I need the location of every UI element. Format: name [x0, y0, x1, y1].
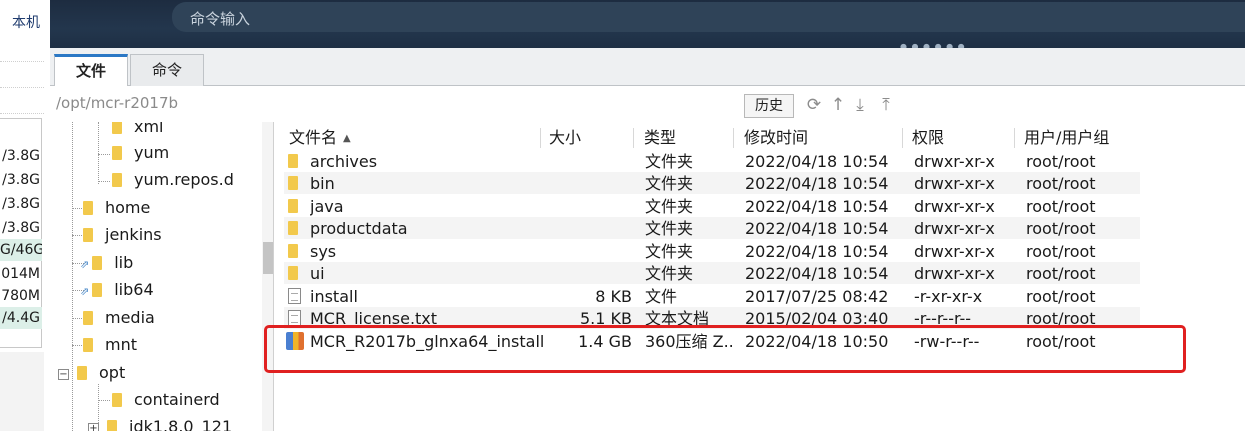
column-header-size[interactable]: 大小 [549, 124, 581, 150]
column-header-owner[interactable]: 用户/用户组 [1024, 124, 1109, 150]
tab-commands[interactable]: 命令 [130, 54, 204, 86]
folder-icon [112, 393, 122, 407]
folder-icon [107, 420, 117, 431]
expand-icon[interactable]: + [88, 423, 99, 431]
file-row[interactable]: java 文件夹 2022/04/18 10:54 drwxr-xr-x roo… [284, 195, 1140, 217]
symlink-icon: ⇗ [80, 285, 90, 298]
local-list [0, 36, 44, 116]
folder-icon [92, 256, 103, 270]
tree-item[interactable]: xml [112, 122, 164, 140]
tree-item[interactable]: − opt [58, 360, 125, 386]
file-row[interactable]: sys 文件夹 2022/04/18 10:54 drwxr-xr-x root… [284, 240, 1140, 262]
tree-item[interactable]: mnt [83, 332, 137, 358]
file-row[interactable]: archives 文件夹 2022/04/18 10:54 drwxr-xr-x… [284, 150, 1140, 172]
upload-icon[interactable]: ⤒ [876, 95, 896, 115]
folder-icon [83, 338, 93, 352]
file-icon [288, 288, 301, 304]
tree-item[interactable]: yum.repos.d [112, 167, 234, 193]
file-list-header: 文件名 ▲ 大小 类型 修改时间 权限 用户/用户组 [278, 124, 1245, 150]
disk-list: ▲ /3.8G /3.8G /3.8G /3.8G G/46G 014M 780… [0, 118, 42, 348]
tree-item[interactable]: containerd [112, 387, 220, 413]
file-row[interactable]: ui 文件夹 2022/04/18 10:54 drwxr-xr-x root/… [284, 262, 1140, 284]
tree-item[interactable]: home [83, 195, 150, 221]
tree-item[interactable]: + jdk1.8.0_121 [88, 414, 232, 431]
disk-row[interactable]: 780M [0, 285, 42, 307]
tab-files[interactable]: 文件 [54, 54, 128, 87]
column-header-name[interactable]: 文件名 ▲ [289, 124, 351, 150]
tree-item[interactable]: ⇗ lib64 [80, 277, 154, 303]
command-bar: 命令输入 ● ● ● ● ● ● [50, 0, 1245, 51]
directory-tree: xml yum yum.repos.d home jenkins ⇗ lib ⇗ l… [50, 122, 274, 431]
folder-icon [288, 154, 298, 168]
command-placeholder: 命令输入 [190, 10, 251, 28]
text-file-icon [288, 310, 301, 326]
tree-item[interactable]: media [83, 305, 155, 331]
folder-icon [83, 311, 93, 325]
folder-icon [112, 122, 122, 134]
file-row[interactable]: productdata 文件夹 2022/04/18 10:54 drwxr-x… [284, 217, 1140, 239]
folder-icon [288, 266, 298, 280]
local-panel-footer [0, 352, 44, 431]
disk-row[interactable]: G/46G [0, 239, 42, 261]
path-input[interactable]: /opt/mcr-r2017b [56, 94, 178, 112]
command-input[interactable]: 命令输入 [172, 2, 1245, 32]
folder-icon [288, 221, 298, 235]
folder-icon [83, 201, 93, 215]
folder-icon [288, 244, 298, 258]
local-label: 本机 [12, 15, 40, 31]
disk-row[interactable]: /3.8G [0, 145, 42, 167]
column-header-mtime[interactable]: 修改时间 [744, 124, 808, 150]
file-row[interactable]: MCR_R2017b_glnxa64_install... 1.4 GB 360… [284, 330, 1140, 352]
tree-item[interactable]: jenkins [83, 222, 162, 248]
file-row[interactable]: bin 文件夹 2022/04/18 10:54 drwxr-xr-x root… [284, 172, 1140, 194]
tree-scrollbar[interactable] [262, 122, 273, 431]
folder-icon [112, 146, 122, 160]
folder-icon [288, 176, 298, 190]
folder-icon [92, 283, 103, 297]
tree-item[interactable]: ⇗ lib [80, 250, 133, 276]
disk-row[interactable]: 014M [0, 263, 42, 285]
file-row[interactable]: install 8 KB 文件 2017/07/25 08:42 -r-xr-x… [284, 285, 1140, 307]
column-header-permissions[interactable]: 权限 [912, 124, 944, 150]
disk-row[interactable]: /3.8G [0, 193, 42, 215]
up-directory-icon[interactable]: ↑ [828, 95, 848, 115]
download-icon[interactable]: ⤓ [850, 95, 870, 115]
tab-bar: 文件 命令 [50, 48, 1245, 87]
path-bar: /opt/mcr-r2017b 历史 ⟳ ↑ ⤓ ⤒ [50, 86, 1245, 122]
sort-ascending-icon: ▲ [343, 133, 351, 144]
disk-row[interactable]: /3.8G [0, 169, 42, 191]
disk-row[interactable]: /4.4G [0, 307, 42, 329]
history-button[interactable]: 历史 [744, 94, 794, 118]
collapse-icon[interactable]: − [58, 369, 69, 380]
tree-scrollbar-thumb[interactable] [263, 242, 273, 274]
folder-icon [83, 228, 93, 242]
tree-item[interactable]: yum [112, 140, 169, 166]
archive-icon [286, 332, 304, 350]
refresh-icon[interactable]: ⟳ [804, 95, 824, 115]
column-header-type[interactable]: 类型 [644, 124, 676, 150]
file-list: 文件名 ▲ 大小 类型 修改时间 权限 用户/用户组 archives 文件夹 2… [278, 122, 1245, 431]
folder-icon [112, 173, 122, 187]
folder-icon [288, 199, 298, 213]
folder-open-icon [77, 366, 87, 380]
symlink-icon: ⇗ [80, 258, 90, 271]
file-row[interactable]: MCR_license.txt 5.1 KB 文本文档 2015/02/04 0… [284, 307, 1140, 329]
disk-row[interactable]: /3.8G [0, 217, 42, 239]
local-panel: 本机 ▲ /3.8G /3.8G /3.8G /3.8G G/46G 014M … [0, 0, 50, 431]
